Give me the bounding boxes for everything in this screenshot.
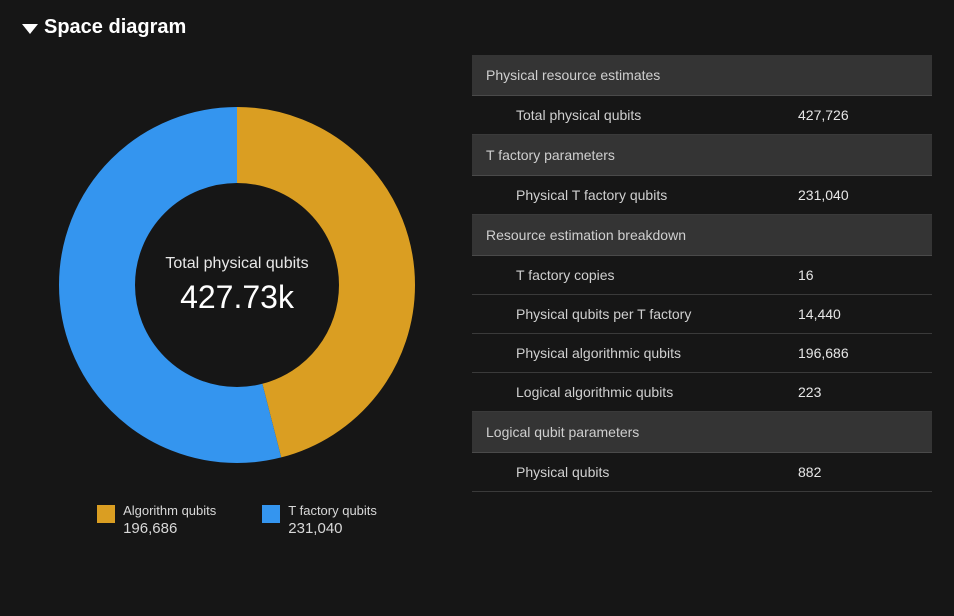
- table-row[interactable]: T factory copies16: [472, 256, 932, 295]
- donut-chart: Total physical qubits 427.73k: [47, 95, 427, 475]
- legend-value: 196,686: [123, 520, 216, 538]
- row-label: Physical qubits: [516, 464, 798, 480]
- row-value: 223: [798, 384, 918, 400]
- details-panel: Physical resource estimatesTotal physica…: [472, 55, 932, 492]
- table-row[interactable]: Logical algorithmic qubits223: [472, 373, 932, 412]
- table-row[interactable]: Physical qubits882: [472, 453, 932, 492]
- row-label: Physical algorithmic qubits: [516, 345, 798, 361]
- section-heading: Logical qubit parameters: [472, 412, 932, 453]
- table-row[interactable]: Physical T factory qubits231,040: [472, 176, 932, 215]
- row-value: 427,726: [798, 107, 918, 123]
- row-value: 14,440: [798, 306, 918, 322]
- section-header[interactable]: Space diagram: [22, 16, 932, 39]
- row-label: Total physical qubits: [516, 107, 798, 123]
- legend-swatch: [262, 505, 280, 523]
- row-value: 231,040: [798, 187, 918, 203]
- row-label: Physical T factory qubits: [516, 187, 798, 203]
- legend-item: T factory qubits231,040: [262, 503, 377, 538]
- section-heading: Resource estimation breakdown: [472, 215, 932, 256]
- row-label: T factory copies: [516, 267, 798, 283]
- chart-center-value: 427.73k: [180, 279, 294, 316]
- chart-center-label: Total physical qubits: [165, 255, 308, 273]
- section-heading: T factory parameters: [472, 135, 932, 176]
- caret-down-icon: [22, 24, 38, 34]
- section-heading: Physical resource estimates: [472, 55, 932, 96]
- legend-value: 231,040: [288, 520, 377, 538]
- legend-item: Algorithm qubits196,686: [97, 503, 216, 538]
- legend-label: T factory qubits: [288, 503, 377, 519]
- table-row[interactable]: Physical algorithmic qubits196,686: [472, 334, 932, 373]
- legend-swatch: [97, 505, 115, 523]
- table-row[interactable]: Physical qubits per T factory14,440: [472, 295, 932, 334]
- row-label: Logical algorithmic qubits: [516, 384, 798, 400]
- row-value: 16: [798, 267, 918, 283]
- row-label: Physical qubits per T factory: [516, 306, 798, 322]
- page-title: Space diagram: [44, 16, 186, 39]
- row-value: 196,686: [798, 345, 918, 361]
- table-row[interactable]: Total physical qubits427,726: [472, 96, 932, 135]
- legend-label: Algorithm qubits: [123, 503, 216, 519]
- chart-legend: Algorithm qubits196,686 T factory qubits2…: [97, 503, 377, 538]
- row-value: 882: [798, 464, 918, 480]
